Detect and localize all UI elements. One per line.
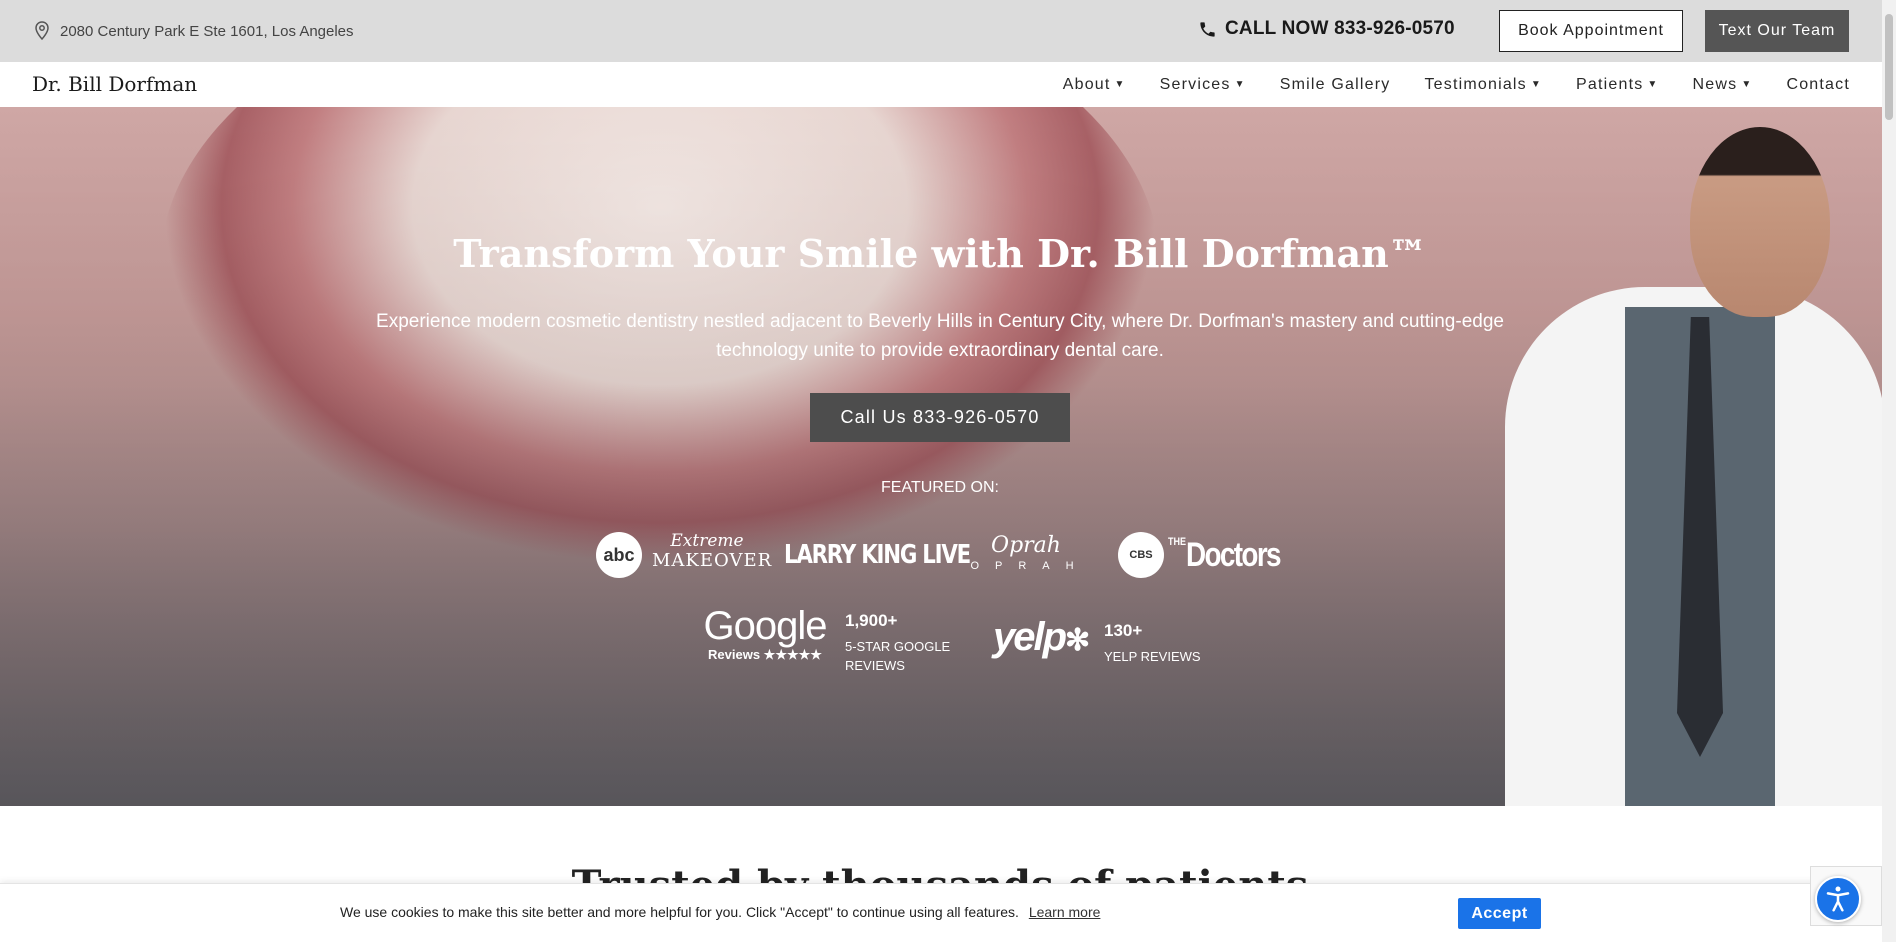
nav-item-label: Testimonials (1424, 75, 1527, 93)
google-wordmark: Google (703, 604, 828, 648)
call-now-text: CALL NOW 833-926-0570 (1225, 18, 1455, 39)
site-logo[interactable]: Dr. Bill Dorfman (32, 72, 197, 96)
doctor-head (1690, 127, 1830, 317)
nav-item-patients[interactable]: Patients ▼ (1576, 76, 1659, 94)
chevron-down-icon: ▼ (1234, 79, 1246, 90)
call-now-link[interactable]: CALL NOW 833-926-0570 (1198, 18, 1455, 40)
accessibility-icon (1826, 886, 1850, 912)
page-scrollbar[interactable] (1882, 0, 1896, 942)
nav-item-smile-gallery[interactable]: Smile Gallery (1280, 76, 1391, 94)
chevron-down-icon: ▼ (1530, 79, 1542, 90)
book-appointment-button[interactable]: Book Appointment (1499, 10, 1683, 52)
chevron-down-icon: ▼ (1741, 79, 1753, 90)
yelp-wordmark: yelp (993, 615, 1067, 659)
chevron-down-icon: ▼ (1114, 79, 1126, 90)
nav-item-services[interactable]: Services ▼ (1160, 76, 1246, 94)
yelp-logo: yelp✻ (993, 615, 1090, 660)
hero-title: Transform Your Smile with Dr. Bill Dorfm… (453, 231, 1427, 276)
hero-section: Transform Your Smile with Dr. Bill Dorfm… (0, 107, 1882, 806)
accessibility-button[interactable] (1815, 876, 1861, 922)
cookie-banner: We use cookies to make this site better … (0, 883, 1882, 942)
oprah-signature: Oprah (991, 533, 1061, 558)
doctor-portrait (1505, 127, 1882, 806)
featured-on-label: FEATURED ON: (881, 479, 999, 496)
phone-icon (1200, 21, 1215, 37)
cookie-message: We use cookies to make this site better … (340, 904, 1100, 920)
extreme-makeover-logo: Extreme MAKEOVER (652, 531, 773, 571)
extreme-makeover-logo-bottom: MAKEOVER (652, 550, 773, 571)
yelp-burst-icon: ✻ (1065, 624, 1090, 657)
yelp-review-count: 130+ (1104, 621, 1143, 640)
nav-item-contact[interactable]: Contact (1786, 76, 1850, 94)
featured-logos: abc Extreme MAKEOVER LARRY KING LIVE Opr… (596, 531, 1282, 587)
nav-item-label: Contact (1786, 75, 1850, 93)
text-our-team-button[interactable]: Text Our Team (1705, 10, 1849, 52)
nav-item-about[interactable]: About ▼ (1063, 76, 1126, 94)
main-nav: About ▼ Services ▼ Smile Gallery Testimoni… (1063, 62, 1850, 107)
main-navbar: Dr. Bill Dorfman About ▼ Services ▼ Smile … (0, 62, 1882, 107)
accept-cookies-button[interactable]: Accept (1458, 898, 1541, 929)
larry-king-live-logo: LARRY KING LIVE (784, 540, 971, 570)
nav-item-testimonials[interactable]: Testimonials ▼ (1424, 76, 1542, 94)
address-text: 2080 Century Park E Ste 1601, Los Angele… (60, 22, 354, 40)
google-review-count: 1,900+ (845, 611, 898, 630)
cbs-logo: CBS (1118, 532, 1164, 578)
nav-item-label: Services (1159, 75, 1231, 93)
nav-item-label: Patients (1576, 75, 1644, 93)
chevron-down-icon: ▼ (1647, 79, 1659, 90)
the-doctors-logo-the: THE (1168, 536, 1187, 548)
top-bar: 2080 Century Park E Ste 1601, Los Angele… (0, 0, 1882, 62)
learn-more-link[interactable]: Learn more (1029, 904, 1101, 920)
extreme-makeover-logo-top: Extreme (670, 531, 744, 551)
the-doctors-logo-word: Doctors (1186, 536, 1282, 574)
yelp-review-label: YELP REVIEWS (1104, 649, 1201, 664)
address[interactable]: 2080 Century Park E Ste 1601, Los Angele… (34, 21, 354, 41)
oprah-wordmark: OPRAH (970, 560, 1090, 572)
abc-logo: abc (596, 532, 642, 578)
google-reviews-stars: Reviews ★★★★★ (708, 647, 822, 662)
google-reviews-logo: Google Reviews ★★★★★ (700, 605, 830, 663)
location-pin-icon (35, 21, 49, 41)
nav-item-news[interactable]: News ▼ (1693, 76, 1753, 94)
yelp-review-stat: 130+ YELP REVIEWS (1104, 621, 1224, 666)
hero-subtitle: Experience modern cosmetic dentistry nes… (376, 311, 1504, 361)
scrollbar-thumb[interactable] (1885, 14, 1893, 120)
google-review-label: 5-STAR GOOGLE REVIEWS (845, 639, 951, 673)
call-us-button[interactable]: Call Us 833-926-0570 (810, 393, 1070, 442)
cookie-message-text: We use cookies to make this site better … (340, 904, 1019, 920)
nav-item-label: Smile Gallery (1279, 75, 1391, 93)
the-doctors-logo: THEDoctors (1168, 536, 1282, 575)
google-review-stat: 1,900+ 5-STAR GOOGLE REVIEWS (845, 611, 965, 675)
nav-item-label: News (1692, 75, 1738, 93)
oprah-logo: Oprah OPRAH (956, 532, 1096, 572)
nav-item-label: About (1062, 75, 1111, 93)
